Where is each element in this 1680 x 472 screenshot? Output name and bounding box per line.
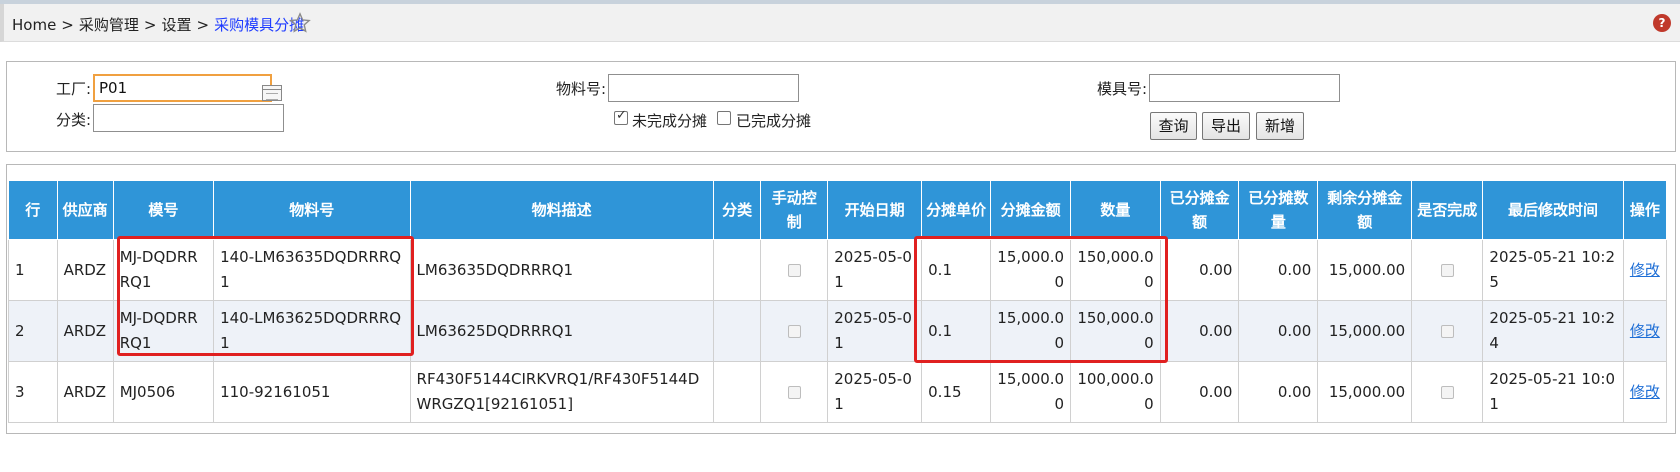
cell-last-modified: 2025-05-21 10:25 bbox=[1482, 239, 1624, 301]
factory-input[interactable] bbox=[93, 74, 272, 102]
finished-checkbox[interactable] bbox=[717, 111, 731, 125]
finished-label: 已完成分摊 bbox=[736, 112, 812, 130]
col-header-allocated-qty[interactable]: 已分摊数量 bbox=[1238, 180, 1319, 240]
cell-row: 2 bbox=[8, 300, 58, 362]
cell-remaining: 15,000.00 bbox=[1317, 300, 1413, 362]
col-header-remaining[interactable]: 剩余分摊金额 bbox=[1317, 180, 1413, 240]
breadcrumb-home[interactable]: Home bbox=[12, 16, 56, 34]
highlight-box-mold-material bbox=[117, 236, 414, 356]
col-header-start-date[interactable]: 开始日期 bbox=[827, 180, 923, 240]
mold-input[interactable] bbox=[1149, 74, 1340, 102]
edit-link[interactable]: 修改 bbox=[1630, 322, 1660, 340]
category-label: 分类: bbox=[56, 111, 92, 129]
cell-start-date: 2025-05-01 bbox=[827, 361, 923, 423]
cell-supplier: ARDZ bbox=[56, 239, 114, 301]
cell-last-modified: 2025-05-21 10:01 bbox=[1482, 361, 1624, 423]
edit-link[interactable]: 修改 bbox=[1630, 261, 1660, 279]
cell-row: 3 bbox=[8, 361, 58, 423]
completed-checkbox bbox=[1440, 263, 1454, 277]
col-header-allocated-amount[interactable]: 已分摊金额 bbox=[1159, 180, 1240, 240]
cell-remaining: 15,000.00 bbox=[1317, 361, 1413, 423]
col-header-quantity[interactable]: 数量 bbox=[1070, 180, 1161, 240]
manual-control-checkbox bbox=[787, 263, 801, 277]
add-button[interactable]: 新增 bbox=[1256, 112, 1304, 140]
breadcrumb-separator: > bbox=[196, 16, 210, 34]
cell-row: 1 bbox=[8, 239, 58, 301]
cell-action: 修改 bbox=[1622, 239, 1668, 301]
factory-label: 工厂: bbox=[56, 80, 92, 98]
cell-description: LM63635DQDRRRQ1 bbox=[409, 239, 714, 301]
col-header-description[interactable]: 物料描述 bbox=[409, 180, 714, 240]
unfinished-checkbox[interactable] bbox=[614, 108, 628, 125]
cell-manual-control bbox=[760, 300, 829, 362]
cell-allocated-qty: 0.00 bbox=[1238, 300, 1319, 362]
cell-completed bbox=[1411, 300, 1484, 362]
cell-category bbox=[712, 239, 762, 301]
breadcrumb-bar: Home > 采购管理 > 设置 > 采购模具分摊 ? bbox=[0, 4, 1680, 42]
cell-mold: MJ0506 bbox=[112, 361, 215, 423]
edit-link[interactable]: 修改 bbox=[1630, 383, 1660, 401]
breadcrumb-purchase-mgmt[interactable]: 采购管理 bbox=[79, 16, 139, 34]
cell-start-date: 2025-05-01 bbox=[827, 239, 923, 301]
cell-category bbox=[712, 300, 762, 362]
manual-control-checkbox bbox=[787, 385, 801, 399]
cell-category bbox=[712, 361, 762, 423]
col-header-unit-price[interactable]: 分摊单价 bbox=[921, 180, 992, 240]
cell-action: 修改 bbox=[1622, 300, 1668, 362]
cell-completed bbox=[1411, 239, 1484, 301]
col-header-amount[interactable]: 分摊金额 bbox=[990, 180, 1072, 240]
completed-checkbox bbox=[1440, 385, 1454, 399]
breadcrumb-separator: > bbox=[61, 16, 74, 34]
mold-label: 模具号: bbox=[1097, 80, 1148, 98]
manual-control-checkbox bbox=[787, 324, 801, 338]
col-header-supplier[interactable]: 供应商 bbox=[56, 180, 114, 240]
cell-allocated-amount: 0.00 bbox=[1159, 300, 1240, 362]
cell-manual-control bbox=[760, 361, 829, 423]
cell-supplier: ARDZ bbox=[56, 361, 114, 423]
cell-description: LM63625DQDRRRQ1 bbox=[409, 300, 714, 362]
query-button[interactable]: 查询 bbox=[1150, 112, 1197, 140]
col-header-category[interactable]: 分类 bbox=[712, 180, 762, 240]
col-header-row[interactable]: 行 bbox=[8, 180, 58, 240]
help-icon[interactable]: ? bbox=[1653, 14, 1671, 32]
calendar-icon[interactable] bbox=[262, 85, 282, 101]
col-header-last-modified[interactable]: 最后修改时间 bbox=[1482, 180, 1624, 240]
cell-allocated-amount: 0.00 bbox=[1159, 239, 1240, 301]
cell-allocated-amount: 0.00 bbox=[1159, 361, 1240, 423]
cell-completed bbox=[1411, 361, 1484, 423]
star-icon[interactable] bbox=[289, 12, 311, 34]
breadcrumb-separator: > bbox=[143, 16, 157, 34]
highlight-box-price-amount-qty bbox=[914, 236, 1168, 363]
completed-checkbox bbox=[1440, 324, 1454, 338]
cell-amount: 15,000.00 bbox=[990, 361, 1072, 423]
unfinished-label: 未完成分摊 bbox=[632, 112, 708, 130]
cell-supplier: ARDZ bbox=[56, 300, 114, 362]
col-header-mold[interactable]: 模号 bbox=[112, 180, 215, 240]
col-header-action: 操作 bbox=[1622, 180, 1668, 240]
cell-unit-price: 0.15 bbox=[921, 361, 992, 423]
material-input[interactable] bbox=[608, 74, 799, 102]
col-header-completed[interactable]: 是否完成 bbox=[1411, 180, 1484, 240]
cell-description: RF430F5144CIRKVRQ1/RF430F5144DWRGZQ1[921… bbox=[409, 361, 714, 423]
table-header-row: 行 供应商 模号 物料号 物料描述 分类 手动控制 开始日期 分摊单价 分摊金额… bbox=[8, 180, 1668, 240]
cell-quantity: 100,000.00 bbox=[1070, 361, 1161, 423]
export-button[interactable]: 导出 bbox=[1202, 112, 1250, 140]
col-header-manual-control[interactable]: 手动控制 bbox=[760, 180, 829, 240]
cell-start-date: 2025-05-01 bbox=[827, 300, 923, 362]
material-label: 物料号: bbox=[556, 80, 607, 98]
cell-action: 修改 bbox=[1622, 361, 1668, 423]
cell-last-modified: 2025-05-21 10:24 bbox=[1482, 300, 1624, 362]
cell-manual-control bbox=[760, 239, 829, 301]
cell-allocated-qty: 0.00 bbox=[1238, 239, 1319, 301]
table-row[interactable]: 3 ARDZ MJ0506 110-92161051 RF430F5144CIR… bbox=[8, 361, 1668, 423]
cell-material: 110-92161051 bbox=[213, 361, 411, 423]
cell-remaining: 15,000.00 bbox=[1317, 239, 1413, 301]
breadcrumb-settings[interactable]: 设置 bbox=[161, 16, 191, 34]
category-input[interactable] bbox=[93, 104, 284, 132]
col-header-material[interactable]: 物料号 bbox=[213, 180, 411, 240]
cell-allocated-qty: 0.00 bbox=[1238, 361, 1319, 423]
breadcrumb: Home > 采购管理 > 设置 > 采购模具分摊 bbox=[12, 14, 304, 35]
